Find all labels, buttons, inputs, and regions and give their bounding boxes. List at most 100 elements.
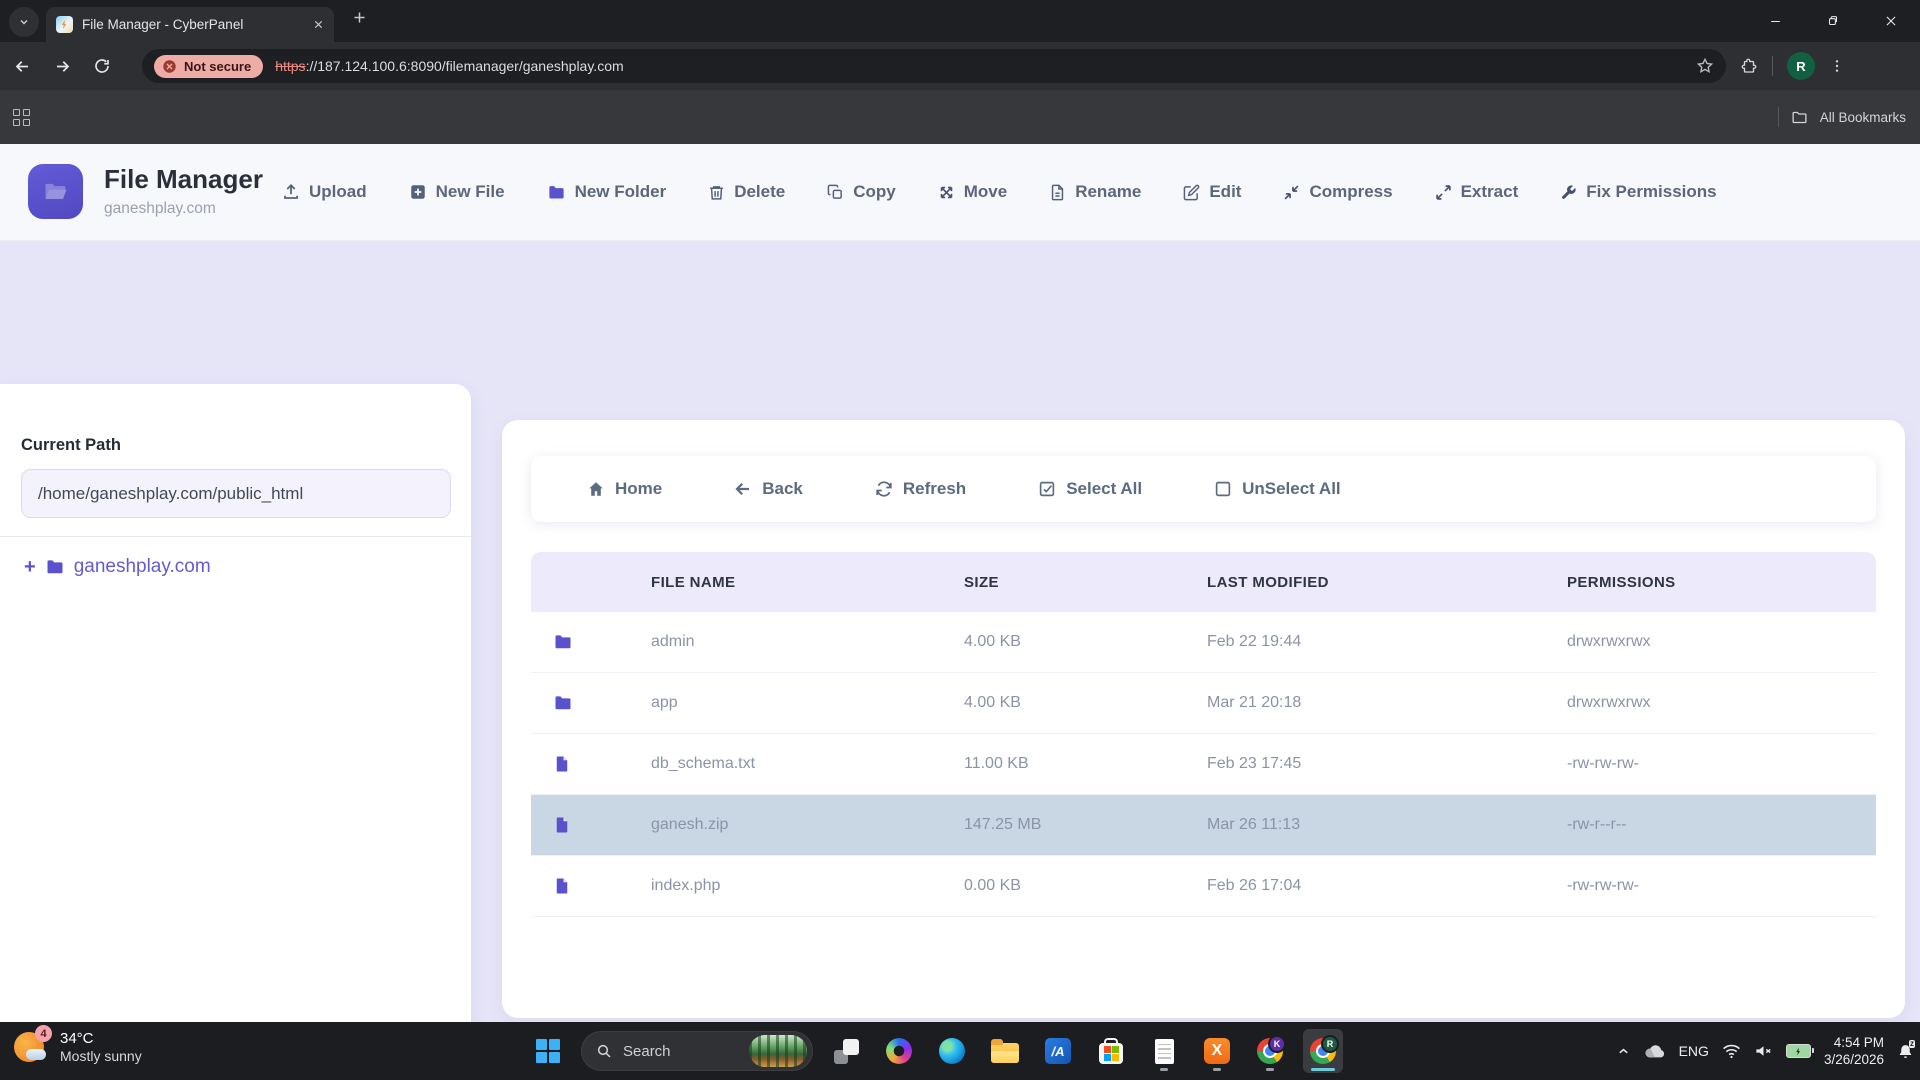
copilot-icon: [886, 1038, 912, 1064]
task-view-button[interactable]: [826, 1029, 866, 1073]
refresh-button[interactable]: Refresh: [875, 479, 966, 499]
search-highlight-image[interactable]: [749, 1035, 807, 1067]
tab-title: File Manager - CyberPanel: [82, 17, 304, 32]
file-name[interactable]: app: [651, 694, 964, 712]
delete-button[interactable]: Delete: [708, 182, 785, 202]
upload-button[interactable]: Upload: [282, 182, 367, 202]
row-icon-cell: [553, 693, 651, 713]
xampp-icon: X: [1204, 1038, 1230, 1064]
start-button[interactable]: [528, 1029, 568, 1073]
copy-button[interactable]: Copy: [827, 182, 896, 202]
extract-button[interactable]: Extract: [1435, 182, 1519, 202]
tab-search-button[interactable]: [9, 7, 39, 37]
extensions-button[interactable]: [1740, 57, 1758, 75]
volume-muted-button[interactable]: [1754, 1043, 1773, 1059]
rename-button[interactable]: Rename: [1049, 182, 1141, 202]
new-tab-button[interactable]: [352, 10, 367, 25]
back-button[interactable]: [4, 48, 40, 84]
xampp-button[interactable]: X: [1197, 1029, 1237, 1073]
back-action-button[interactable]: Back: [734, 479, 803, 499]
file-size: 0.00 KB: [964, 877, 1207, 895]
open-folder-icon: [42, 178, 70, 206]
taskbar: 4 34°C Mostly sunny Search: [0, 1022, 1920, 1080]
chrome-icon: K: [1257, 1038, 1283, 1064]
file-name[interactable]: admin: [651, 633, 964, 651]
home-button[interactable]: Home: [587, 479, 662, 499]
header-last-modified: LAST MODIFIED: [1207, 574, 1567, 591]
notepad-button[interactable]: [1144, 1029, 1184, 1073]
file-modified: Feb 26 17:04: [1207, 877, 1567, 895]
url-text: https://187.124.100.6:8090/filemanager/g…: [275, 58, 623, 74]
reload-button[interactable]: [84, 48, 120, 84]
weather-widget[interactable]: 4 34°C Mostly sunny: [14, 1029, 142, 1065]
unselect-all-button[interactable]: UnSelect All: [1214, 479, 1341, 499]
extract-icon: [1435, 184, 1452, 201]
system-tray: ENG 4:54 PM 3/26/2026 z: [1616, 1022, 1914, 1080]
minimize-button[interactable]: [1746, 0, 1804, 42]
table-row[interactable]: db_schema.txt 11.00 KB Feb 23 17:45 -rw-…: [531, 734, 1876, 795]
omnibox[interactable]: Not secure https://187.124.100.6:8090/fi…: [142, 49, 1726, 83]
edit-button[interactable]: Edit: [1183, 182, 1241, 202]
app-a-button[interactable]: /A: [1038, 1029, 1078, 1073]
header-file-name: FILE NAME: [651, 574, 964, 591]
current-path-label: Current Path: [21, 436, 121, 455]
close-button[interactable]: [1862, 0, 1920, 42]
move-button[interactable]: Move: [938, 182, 1007, 202]
search-placeholder: Search: [623, 1043, 738, 1060]
file-name[interactable]: index.php: [651, 877, 964, 895]
apps-grid-icon[interactable]: [13, 109, 30, 126]
table-row[interactable]: admin 4.00 KB Feb 22 19:44 drwxrwxrwx: [531, 612, 1876, 673]
notifications-button[interactable]: z: [1897, 1043, 1914, 1060]
table-row-selected[interactable]: ganesh.zip 147.25 MB Mar 26 11:13 -rw-r-…: [531, 795, 1876, 856]
select-all-button[interactable]: Select All: [1038, 479, 1142, 499]
file-name[interactable]: ganesh.zip: [651, 816, 964, 834]
onedrive-button[interactable]: [1644, 1043, 1666, 1059]
chrome-profile-r-button[interactable]: R: [1303, 1029, 1343, 1073]
copilot-button[interactable]: [879, 1029, 919, 1073]
profile-avatar[interactable]: R: [1787, 52, 1815, 80]
taskbar-center: Search /A: [528, 1022, 1343, 1080]
file-explorer-button[interactable]: [985, 1029, 1025, 1073]
profile-badge-k: K: [1268, 1035, 1286, 1053]
bookmark-star-button[interactable]: [1696, 57, 1714, 75]
browser-menu-button[interactable]: [1829, 58, 1845, 74]
edge-button[interactable]: [932, 1029, 972, 1073]
battery-charging-icon[interactable]: [1786, 1044, 1811, 1058]
new-file-button[interactable]: New File: [409, 182, 505, 202]
tree-item-label: ganeshplay.com: [74, 556, 211, 578]
compress-button[interactable]: Compress: [1283, 182, 1392, 202]
kebab-menu-icon: [1829, 58, 1845, 74]
file-modified: Feb 23 17:45: [1207, 755, 1567, 773]
expand-plus-icon[interactable]: +: [24, 557, 36, 577]
close-icon: [1884, 14, 1898, 28]
table-row[interactable]: index.php 0.00 KB Feb 26 17:04 -rw-rw-rw…: [531, 856, 1876, 917]
forward-button[interactable]: [44, 48, 80, 84]
restore-button[interactable]: [1804, 0, 1862, 42]
language-indicator[interactable]: ENG: [1679, 1043, 1709, 1059]
folder-icon: [553, 693, 573, 713]
taskbar-search[interactable]: Search: [581, 1031, 813, 1071]
bookmarks-folder-icon: [1791, 109, 1808, 126]
chrome-profile-k-button[interactable]: K: [1250, 1029, 1290, 1073]
wifi-button[interactable]: [1722, 1043, 1741, 1059]
current-path-input[interactable]: [21, 469, 451, 518]
all-bookmarks[interactable]: All Bookmarks: [1778, 107, 1906, 127]
fix-permissions-button[interactable]: Fix Permissions: [1560, 182, 1716, 202]
tray-time: 4:54 PM: [1824, 1034, 1884, 1051]
tab-close-icon[interactable]: [313, 19, 324, 30]
table-row[interactable]: app 4.00 KB Mar 21 20:18 drwxrwxrwx: [531, 673, 1876, 734]
tree-item-ganeshplay[interactable]: + ganeshplay.com: [24, 556, 211, 578]
clock[interactable]: 4:54 PM 3/26/2026: [1824, 1034, 1884, 1068]
browser-tab[interactable]: File Manager - CyberPanel: [46, 7, 334, 42]
tray-chevron-button[interactable]: [1616, 1044, 1631, 1059]
not-secure-chip[interactable]: Not secure: [154, 55, 263, 78]
screen: File Manager - CyberPanel: [0, 0, 1920, 1080]
wifi-icon: [1722, 1043, 1741, 1059]
bookmarks-bar: All Bookmarks: [0, 90, 1920, 144]
file-permissions: -rw-rw-rw-: [1567, 755, 1876, 773]
new-folder-button[interactable]: New Folder: [547, 182, 667, 202]
ms-store-button[interactable]: [1091, 1029, 1131, 1073]
copy-icon: [827, 184, 844, 201]
file-name[interactable]: db_schema.txt: [651, 755, 964, 773]
cloud-icon: [1644, 1043, 1666, 1059]
